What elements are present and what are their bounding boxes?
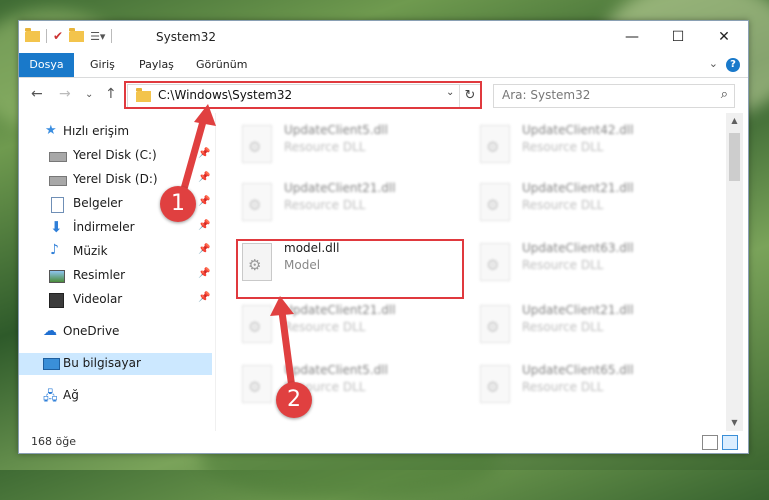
annotation-arrows: [178, 104, 296, 392]
annotation-badge-2: 2: [276, 382, 312, 418]
arrowhead-2: [270, 296, 294, 316]
arrow-1: [178, 114, 208, 200]
annotation-badge-1: 1: [160, 186, 196, 222]
arrow-2: [278, 308, 296, 392]
arrowhead-1: [194, 104, 216, 126]
